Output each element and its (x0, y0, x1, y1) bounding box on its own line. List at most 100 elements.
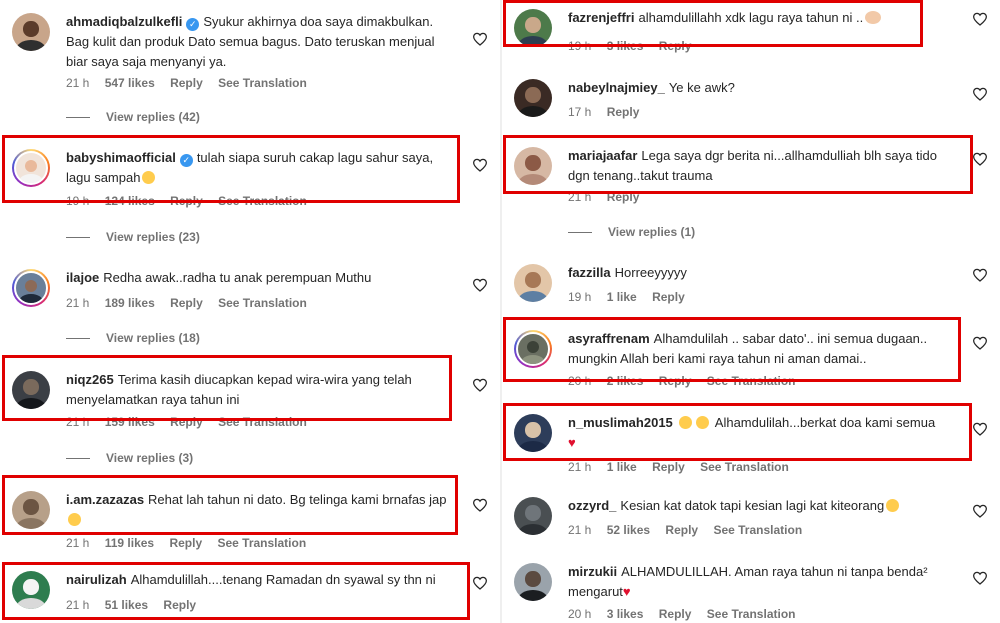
comment-likes[interactable]: 189 likes (105, 296, 155, 310)
comment-likes[interactable]: 3 likes (607, 39, 644, 53)
view-replies-button[interactable]: View replies (18) (66, 331, 200, 345)
comment-username[interactable]: babyshimaofficial (66, 150, 176, 165)
see-translation-button[interactable]: See Translation (218, 415, 307, 429)
comment-username[interactable]: nabeylnajmiey_ (568, 80, 665, 95)
view-replies-button[interactable]: View replies (42) (66, 110, 200, 124)
reply-button[interactable]: Reply (170, 415, 203, 429)
comment-time: 20 h (568, 607, 592, 621)
see-translation-button[interactable]: See Translation (218, 296, 307, 310)
avatar[interactable] (514, 497, 552, 535)
comment-likes[interactable]: 1 like (607, 460, 637, 474)
avatar[interactable] (514, 264, 552, 302)
see-translation-button[interactable]: See Translation (707, 374, 796, 388)
red-heart-emoji-icon: ♥ (568, 435, 576, 450)
comment-time: 21 h (66, 296, 90, 310)
heart-outline-icon[interactable] (472, 378, 488, 392)
comment-likes[interactable]: 2 likes (607, 374, 644, 388)
avatar[interactable] (12, 269, 50, 307)
comment-likes[interactable]: 3 likes (607, 607, 644, 621)
comment-username[interactable]: mirzukii (568, 564, 617, 579)
comment-likes[interactable]: 159 likes (105, 415, 155, 429)
reply-button[interactable]: Reply (659, 39, 692, 53)
comment-likes[interactable]: 119 likes (105, 536, 154, 550)
reply-button[interactable]: Reply (607, 190, 640, 204)
see-translation-button[interactable]: See Translation (217, 536, 306, 550)
comment-time: 21 h (568, 190, 592, 204)
comment-username[interactable]: mariajaafar (568, 148, 637, 163)
see-translation-button[interactable]: See Translation (218, 76, 307, 90)
reply-button[interactable]: Reply (659, 374, 692, 388)
reply-button[interactable]: Reply (170, 194, 203, 208)
reply-button[interactable]: Reply (652, 290, 685, 304)
view-replies-button[interactable]: View replies (23) (66, 230, 200, 244)
see-translation-button[interactable]: See Translation (218, 194, 307, 208)
comment-username[interactable]: ilajoe (66, 270, 99, 285)
heart-outline-icon[interactable] (972, 336, 988, 350)
heart-outline-icon[interactable] (472, 576, 488, 590)
see-translation-button[interactable]: See Translation (707, 607, 796, 621)
avatar[interactable] (12, 13, 50, 51)
heart-outline-icon[interactable] (472, 278, 488, 292)
reply-button[interactable]: Reply (659, 607, 692, 621)
comment-username[interactable]: ozzyrd_ (568, 498, 616, 513)
comment-username[interactable]: ahmadiqbalzulkefli (66, 14, 182, 29)
comment-item: fazzilla Horreeyyyyy 19 h 1 like Reply (502, 263, 1000, 323)
comment-time: 17 h (568, 105, 592, 119)
heart-outline-icon[interactable] (472, 498, 488, 512)
heart-outline-icon[interactable] (972, 87, 988, 101)
comment-item: nabeylnajmiey_ Ye ke awk? 17 h Reply (502, 78, 1000, 138)
view-replies-button[interactable]: View replies (1) (568, 225, 695, 239)
see-translation-button[interactable]: See Translation (713, 523, 802, 537)
heart-outline-icon[interactable] (972, 12, 988, 26)
reply-button[interactable]: Reply (652, 460, 685, 474)
heart-outline-icon[interactable] (472, 32, 488, 46)
comment-username[interactable]: fazzilla (568, 265, 611, 280)
comment-item: asyraffrenam Alhamdulilah .. sabar dato'.… (502, 329, 1000, 389)
comment-username[interactable]: nairulizah (66, 572, 127, 587)
reply-button[interactable]: Reply (170, 76, 203, 90)
comment-username[interactable]: asyraffrenam (568, 331, 650, 346)
reply-button[interactable]: Reply (607, 105, 640, 119)
reply-button[interactable]: Reply (163, 598, 196, 612)
avatar[interactable] (514, 414, 552, 452)
comment-time: 21 h (66, 415, 90, 429)
comment-username[interactable]: n_muslimah2015 (568, 415, 673, 430)
avatar[interactable] (514, 330, 552, 368)
comment-time: 21 h (568, 460, 592, 474)
comment-likes[interactable]: 1 like (607, 290, 637, 304)
avatar[interactable] (12, 491, 50, 529)
avatar[interactable] (514, 79, 552, 117)
avatar[interactable] (514, 9, 552, 47)
comment-likes[interactable]: 51 likes (105, 598, 148, 612)
comment-text: Ye ke awk? (668, 80, 735, 95)
heart-outline-icon[interactable] (972, 152, 988, 166)
see-translation-button[interactable]: See Translation (700, 460, 789, 474)
reply-button[interactable]: Reply (170, 296, 203, 310)
comment-username[interactable]: i.am.zazazas (66, 492, 144, 507)
avatar[interactable] (514, 563, 552, 601)
heart-outline-icon[interactable] (972, 268, 988, 282)
avatar[interactable] (514, 147, 552, 185)
heart-outline-icon[interactable] (972, 571, 988, 585)
comment-text: Redha awak..radha tu anak perempuan Muth… (103, 270, 372, 285)
reply-button[interactable]: Reply (665, 523, 698, 537)
comment-username[interactable]: fazrenjeffri (568, 10, 634, 25)
reply-button[interactable]: Reply (169, 536, 202, 550)
comment-item: ahmadiqbalzulkefli ✓ Syukur akhirnya doa s… (0, 12, 500, 92)
avatar[interactable] (12, 149, 50, 187)
comment-likes[interactable]: 124 likes (105, 194, 155, 208)
comment-username[interactable]: niqz265 (66, 372, 114, 387)
comment-text: Terima kasih diucapkan kepad wira-wira y… (66, 372, 412, 407)
view-replies-button[interactable]: View replies (3) (66, 451, 193, 465)
heart-outline-icon[interactable] (972, 504, 988, 518)
avatar[interactable] (12, 571, 50, 609)
heart-outline-icon[interactable] (972, 422, 988, 436)
verified-badge-icon: ✓ (179, 154, 193, 167)
comment-likes[interactable]: 547 likes (105, 76, 155, 90)
comment-item: ilajoe Redha awak..radha tu anak perempua… (0, 268, 500, 328)
comment-likes[interactable]: 52 likes (607, 523, 650, 537)
clapping-emoji-icon (678, 416, 692, 429)
comment-text: Alhamdulillah....tenang Ramadan dn syawa… (130, 572, 436, 587)
avatar[interactable] (12, 371, 50, 409)
heart-outline-icon[interactable] (472, 158, 488, 172)
